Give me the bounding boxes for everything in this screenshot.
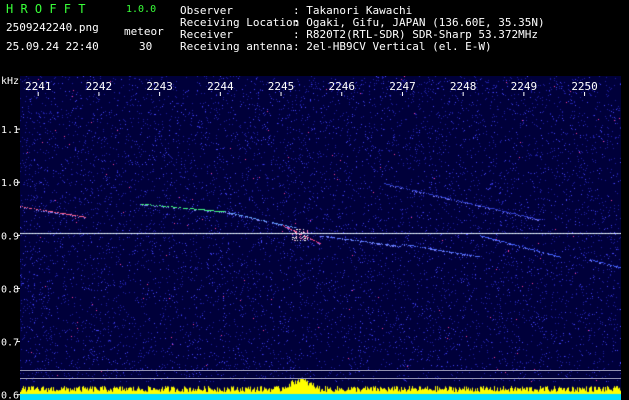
y-tick-label: 1.1 bbox=[1, 125, 19, 136]
app-name: H R O F F T bbox=[6, 2, 86, 16]
header-panel: H R O F F T 1.0.0 2509242240.png meteor … bbox=[0, 0, 629, 76]
y-tick-label: 0.8 bbox=[1, 284, 19, 295]
filename: 2509242240.png bbox=[6, 21, 99, 34]
antenna-label: Receiving antenna bbox=[180, 40, 293, 53]
datetime: 25.09.24 22:40 bbox=[6, 40, 99, 53]
app-version: 1.0.0 bbox=[126, 4, 157, 15]
y-tick-label: 1.0 bbox=[1, 178, 19, 189]
y-unit-label: kHz bbox=[1, 76, 19, 87]
y-tick-label: 0.7 bbox=[1, 338, 19, 349]
event-count: 30 bbox=[139, 40, 153, 53]
y-tick-labels: 1.1 1.0 0.9 0.8 0.7 0.6 bbox=[1, 125, 20, 400]
spectrogram-canvas bbox=[20, 76, 621, 400]
y-tick-label: 0.6 bbox=[1, 391, 19, 400]
mode-label: meteor bbox=[124, 25, 164, 38]
antenna-value: : 2el-HB9CV Vertical (el. E-W) bbox=[293, 40, 492, 53]
y-tick-label: 0.9 bbox=[1, 231, 19, 242]
